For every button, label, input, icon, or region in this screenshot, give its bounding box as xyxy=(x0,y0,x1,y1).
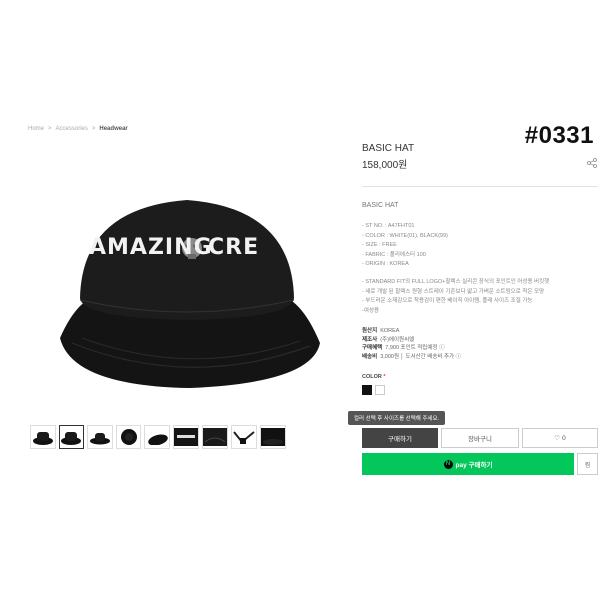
thumbnail-3[interactable] xyxy=(87,425,113,449)
meta-benefit: 구매혜택 7,900 포인트 적립예정 ⓘ xyxy=(362,345,445,351)
desc-line: - STANDARD FIT의 FULL LOGO+할렉스 실리콘 장식의 포인… xyxy=(362,279,550,285)
product-specs: - ST NO. : A47FHT01 - COLOR : WHITE(01),… xyxy=(362,222,448,270)
product-price: 158,000원 xyxy=(362,160,408,171)
color-label: COLOR * xyxy=(362,374,386,380)
naver-pay-label: pay 구매하기 xyxy=(455,462,493,469)
thumbnail-9[interactable] xyxy=(259,425,286,449)
desc-line: - 새로 개발 된 할렉스 원형 스트레이 기존보다 얇고 가벼운 소트링으로 … xyxy=(362,288,545,295)
share-icon[interactable] xyxy=(587,158,597,170)
hat-logo-text-left: AMAZING xyxy=(89,235,213,260)
meta-shipping: 배송비 3,000원 │ 도서산간 배송비 추가 ⓘ xyxy=(362,353,462,360)
thumbnail-8[interactable] xyxy=(230,425,257,449)
wishlist-button[interactable]: 찜 xyxy=(577,453,598,475)
like-count: 0 xyxy=(562,434,566,442)
thumbnail-1[interactable] xyxy=(30,425,56,449)
thumbnail-4[interactable] xyxy=(115,425,142,449)
thumbnail-2-selected[interactable] xyxy=(58,425,85,449)
selection-tooltip: 컬러 선택 후 사이즈를 선택해 주세요. xyxy=(348,411,446,425)
hat-logo-text-right: CRE xyxy=(208,235,260,260)
bucket-hat-image xyxy=(60,200,320,388)
add-to-cart-button[interactable]: 장바구니 xyxy=(441,428,519,448)
spec-line: - ORIGIN : KOREA xyxy=(362,261,409,267)
thumbnail-6[interactable] xyxy=(172,425,199,449)
color-swatch-white[interactable] xyxy=(375,385,385,395)
product-tag-number: #0331 xyxy=(524,122,594,149)
product-meta: 원산지 KOREA 제조사 (주)에이원씨엘 구매혜택 7,900 포인트 적립예정 … xyxy=(362,327,461,361)
naver-pay-button[interactable]: Npay 구매하기 xyxy=(362,453,574,475)
breadcrumb: Home > Accessories > Headwear xyxy=(28,126,128,132)
color-swatch-black[interactable] xyxy=(362,385,372,395)
spec-line: - SIZE : FREE xyxy=(362,242,397,248)
buy-button[interactable]: 구매하기 xyxy=(362,428,438,448)
product-main-image[interactable]: AMAZING CRE xyxy=(42,178,332,398)
thumbnail-5[interactable] xyxy=(144,425,170,449)
spec-line: - COLOR : WHITE(01), BLACK(99) xyxy=(362,232,448,239)
product-description: - STANDARD FIT의 FULL LOGO+할렉스 실리콘 장식의 포인… xyxy=(362,278,598,316)
desc-line: - 부드러운 소재감으로 착용감이 편한 베이직 아이템, 플래 사이즈 조절 … xyxy=(362,298,533,304)
breadcrumb-current: Headwear xyxy=(99,126,128,132)
breadcrumb-accessories[interactable]: Accessories xyxy=(56,126,88,132)
divider xyxy=(362,186,598,187)
desc-line: -여성용 xyxy=(362,307,380,314)
thumbnail-strip xyxy=(30,425,286,451)
breadcrumb-home[interactable]: Home xyxy=(28,126,44,132)
spec-line: - FABRIC : 폴리에스터 100 xyxy=(362,251,426,258)
meta-origin: 원산지 KOREA xyxy=(362,328,400,334)
product-title: BASIC HAT xyxy=(362,143,415,154)
product-subtitle: BASIC HAT xyxy=(362,202,399,209)
heart-icon: ♡ xyxy=(554,435,561,442)
meta-manufacturer: 제조사 (주)에이원씨엘 xyxy=(362,336,415,343)
naver-pay-logo-icon: N xyxy=(443,459,453,469)
spec-line: - ST NO. : A47FHT01 xyxy=(362,223,415,229)
like-button[interactable]: ♡ 0 xyxy=(522,428,598,448)
thumbnail-7[interactable] xyxy=(201,425,228,449)
